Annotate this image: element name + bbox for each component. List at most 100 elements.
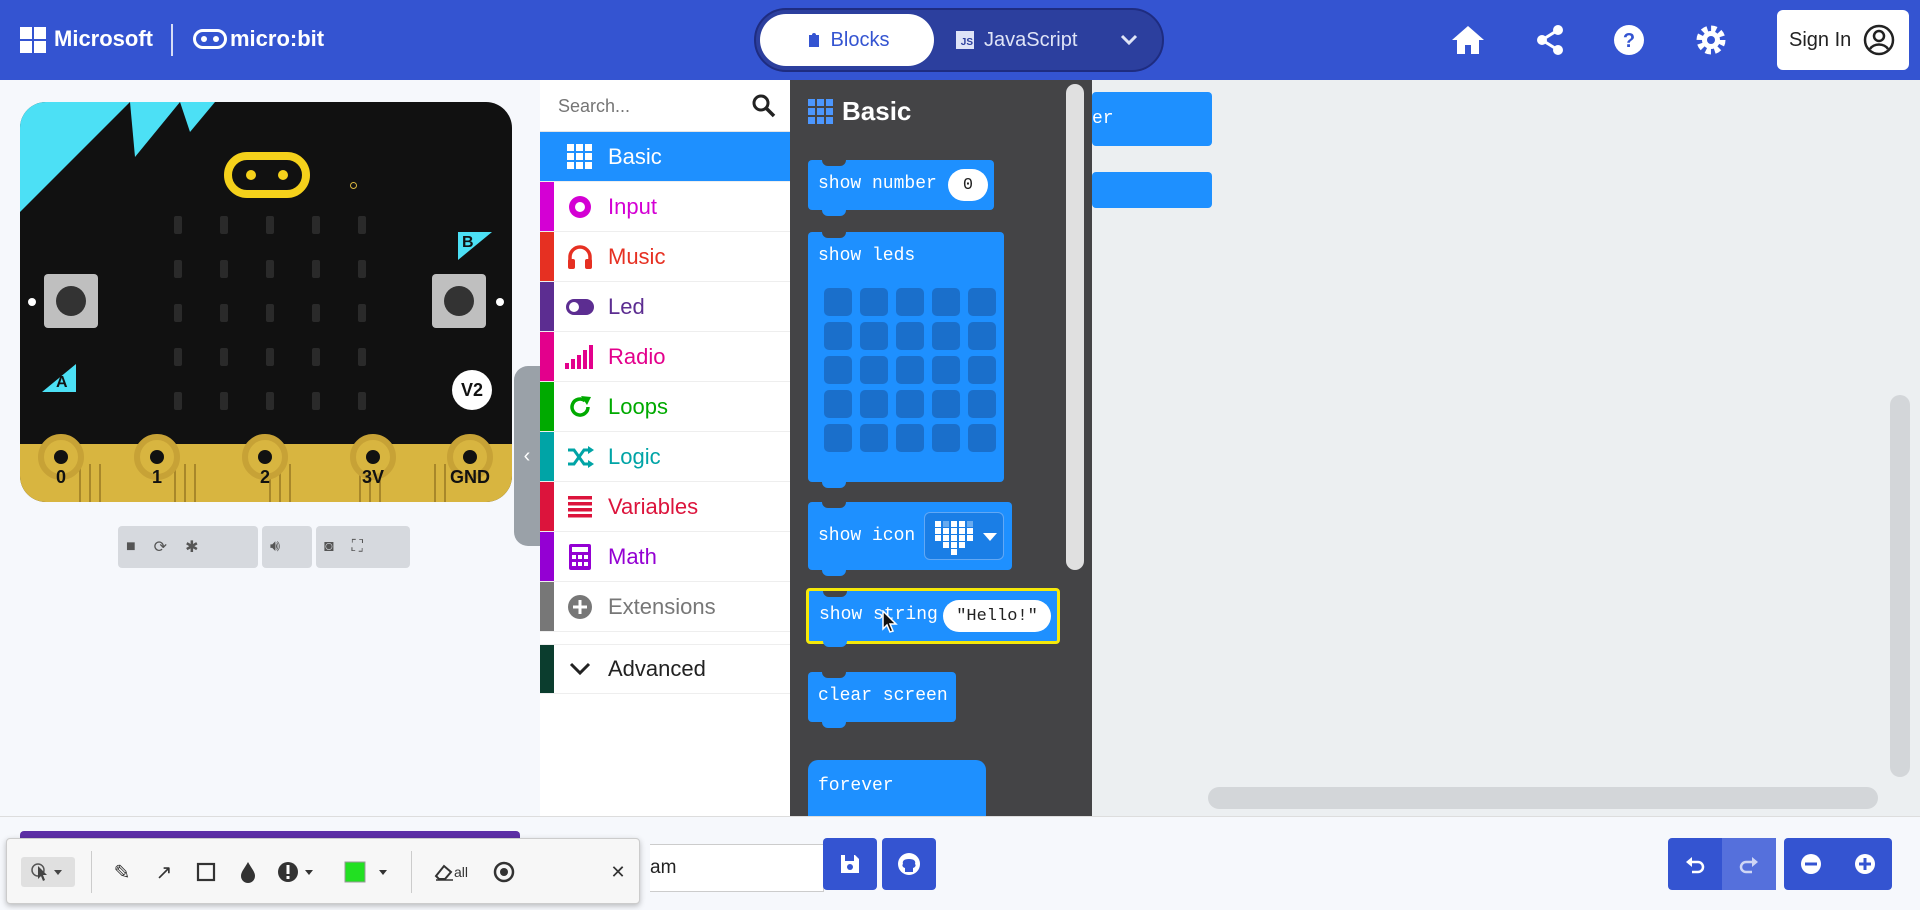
debug-bug-icon[interactable]: ✱ [185, 537, 198, 557]
button-b[interactable] [432, 274, 486, 328]
gear-icon[interactable] [1691, 20, 1731, 60]
chevron-down-icon[interactable] [1120, 30, 1138, 51]
help-icon[interactable]: ? [1609, 20, 1649, 60]
led-cell[interactable] [860, 424, 888, 452]
alert-icon[interactable] [275, 857, 321, 887]
home-icon[interactable] [1448, 20, 1488, 60]
search-icon[interactable] [750, 92, 778, 120]
workspace-horizontal-scrollbar[interactable] [1208, 787, 1878, 809]
led-cell[interactable] [932, 322, 960, 350]
led [312, 260, 320, 278]
led-cell[interactable] [860, 288, 888, 316]
touch-logo[interactable] [224, 152, 310, 198]
category-music[interactable]: Music [540, 232, 790, 282]
led [358, 392, 366, 410]
button-a[interactable] [44, 274, 98, 328]
led [174, 348, 182, 366]
code-workspace[interactable]: er [1092, 80, 1920, 816]
ink-drop-icon[interactable] [233, 857, 263, 887]
caret-down-icon [983, 533, 997, 541]
led-cell[interactable] [824, 356, 852, 384]
microbit-simulator[interactable]: A B V2 0 1 2 3V GND [20, 102, 512, 502]
blocks-mode-button[interactable]: Blocks [760, 14, 934, 66]
led-cell[interactable] [932, 390, 960, 418]
forever-block[interactable]: forever [808, 760, 986, 816]
category-loops[interactable]: Loops [540, 382, 790, 432]
category-radio[interactable]: Radio [540, 332, 790, 382]
led-cell[interactable] [896, 356, 924, 384]
led-cell[interactable] [824, 424, 852, 452]
led-cell[interactable] [932, 356, 960, 384]
led-cell[interactable] [824, 288, 852, 316]
pencil-icon[interactable]: ✎ [107, 857, 137, 887]
category-advanced[interactable]: Advanced [540, 644, 790, 694]
category-extensions[interactable]: Extensions [540, 582, 790, 632]
zoom-in-button[interactable] [1838, 838, 1892, 890]
redo-button[interactable] [1722, 838, 1776, 890]
target-icon[interactable] [489, 857, 519, 887]
speaker-icon[interactable]: 🔊︎ [270, 538, 280, 556]
led-cell[interactable] [932, 288, 960, 316]
select-cursor-tool[interactable] [21, 857, 75, 887]
number-input[interactable]: 0 [948, 169, 988, 201]
share-icon[interactable] [1530, 20, 1570, 60]
show-number-block[interactable]: show number 0 [808, 160, 994, 216]
save-button[interactable] [823, 838, 877, 890]
block-notch [822, 210, 846, 216]
screenshot-camera-icon[interactable]: ◙ [324, 538, 334, 556]
board-corner-decoration [20, 102, 215, 212]
clear-screen-block[interactable]: clear screen [808, 672, 956, 728]
category-logic[interactable]: Logic [540, 432, 790, 482]
category-basic[interactable]: Basic [540, 132, 790, 182]
led-cell[interactable] [932, 424, 960, 452]
undo-button[interactable] [1668, 838, 1722, 890]
led-cell[interactable] [968, 356, 996, 384]
show-string-block[interactable]: show string "Hello!" [806, 588, 1060, 647]
javascript-mode-button[interactable]: JS JavaScript [956, 14, 1106, 66]
restart-icon[interactable]: ⟳ [154, 537, 167, 557]
icon-dropdown[interactable] [924, 512, 1004, 560]
led-cell[interactable] [860, 390, 888, 418]
led-cell[interactable] [896, 424, 924, 452]
color-picker[interactable] [341, 857, 393, 887]
flyout-scrollbar[interactable] [1066, 84, 1084, 570]
close-icon[interactable]: ✕ [607, 857, 629, 887]
heart-icon [935, 521, 973, 555]
category-input[interactable]: Input [540, 182, 790, 232]
led-cell[interactable] [968, 390, 996, 418]
erase-all-button[interactable]: all [427, 857, 475, 887]
github-button[interactable] [882, 838, 936, 890]
workspace-vertical-scrollbar[interactable] [1890, 395, 1910, 777]
sign-in-button[interactable]: Sign In [1777, 10, 1909, 70]
led-cell[interactable] [824, 322, 852, 350]
workspace-block-partial[interactable] [1092, 172, 1212, 208]
category-math[interactable]: Math [540, 532, 790, 582]
project-name-input[interactable]: am [650, 844, 824, 892]
led-cell[interactable] [860, 322, 888, 350]
arrow-icon[interactable]: ↗ [149, 857, 179, 887]
led-cell[interactable] [896, 288, 924, 316]
fullscreen-icon[interactable]: ⛶ [352, 538, 363, 556]
toolbar-separator [91, 851, 92, 893]
rectangle-icon[interactable] [191, 857, 221, 887]
category-variables[interactable]: Variables [540, 482, 790, 532]
led-cell[interactable] [968, 322, 996, 350]
category-label: Variables [608, 493, 699, 519]
show-leds-block[interactable]: show leds [808, 232, 1004, 488]
led-cell[interactable] [896, 390, 924, 418]
search-input[interactable] [558, 94, 738, 118]
show-icon-block[interactable]: show icon [808, 502, 1012, 576]
workspace-block-partial[interactable]: er [1092, 92, 1212, 146]
loop-arrow-icon [564, 391, 596, 423]
category-led[interactable]: Led [540, 282, 790, 332]
collapse-simulator-button[interactable]: ‹ [514, 366, 540, 546]
led-cell[interactable] [968, 424, 996, 452]
led-cell[interactable] [968, 288, 996, 316]
zoom-out-button[interactable] [1784, 838, 1838, 890]
stop-icon[interactable]: ■ [126, 538, 136, 556]
led-cell[interactable] [860, 356, 888, 384]
string-input[interactable]: "Hello!" [943, 600, 1051, 632]
led-cell[interactable] [824, 390, 852, 418]
grid-icon [564, 141, 596, 173]
led-cell[interactable] [896, 322, 924, 350]
